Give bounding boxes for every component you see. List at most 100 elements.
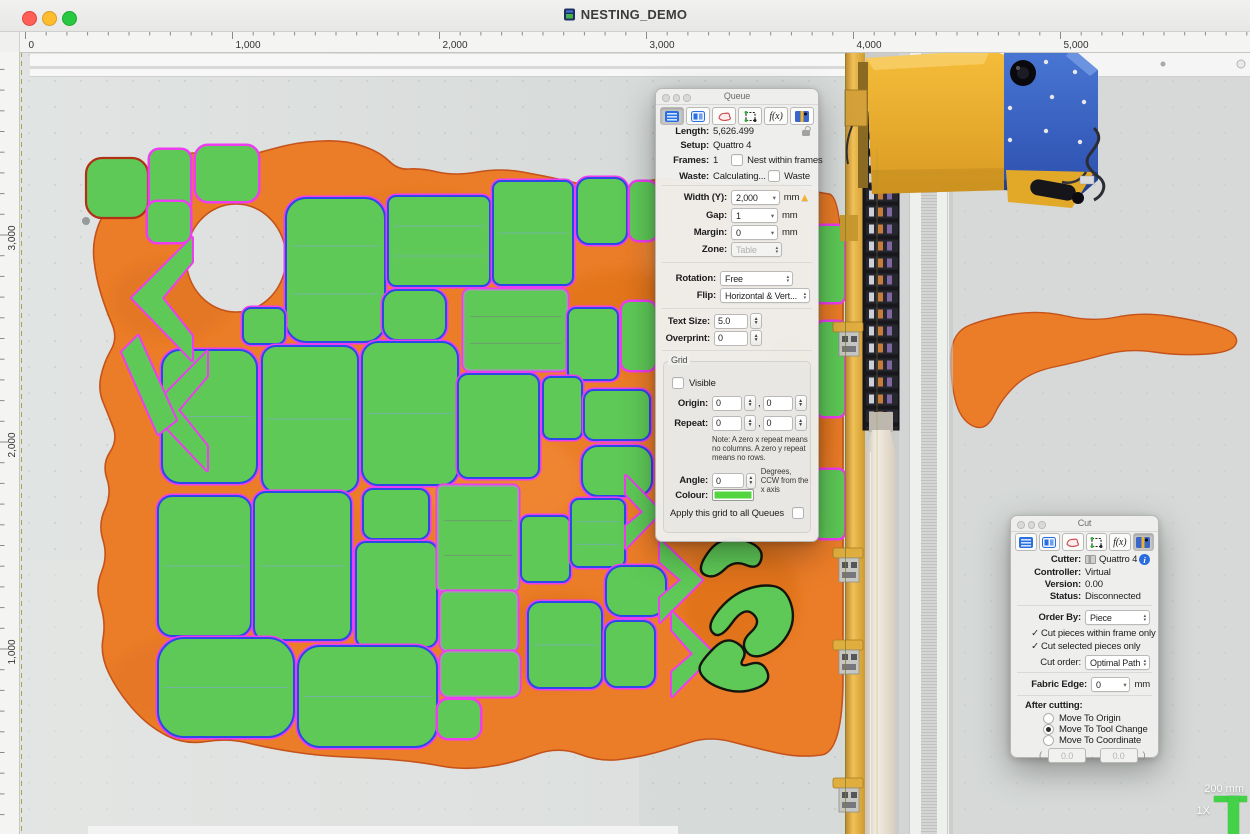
- nest-within-frames-checkbox[interactable]: [731, 154, 743, 166]
- move-to-origin-radio[interactable]: [1043, 713, 1054, 724]
- status-value: Disconnected: [1085, 591, 1141, 602]
- nested-piece: [437, 485, 519, 591]
- queue-panel-window-dots[interactable]: [662, 94, 691, 102]
- nest-within-frames-label: Nest within frames: [747, 155, 822, 166]
- fabric-edge-combo[interactable]: 0▾: [1091, 677, 1130, 692]
- tab-cutter[interactable]: [1133, 533, 1155, 551]
- move-to-coordinate-radio[interactable]: [1043, 735, 1054, 746]
- nested-piece: [815, 469, 845, 539]
- rotation-select[interactable]: Free▴▾: [720, 271, 793, 286]
- zone-select[interactable]: Table▴▾: [731, 242, 782, 257]
- grid-colour-swatch[interactable]: [712, 489, 754, 501]
- cutter-value: Quattro 4: [1099, 554, 1137, 565]
- vertical-ruler: 1,0002,0003,000: [0, 52, 20, 834]
- nested-piece: [570, 498, 626, 568]
- overprint-field[interactable]: 0: [714, 331, 748, 346]
- tab-functions[interactable]: f(x): [764, 107, 788, 125]
- info-icon[interactable]: i: [1139, 554, 1150, 565]
- tab-material[interactable]: [686, 107, 710, 125]
- setup-label: Setup:: [664, 140, 709, 151]
- svg-text:3,000: 3,000: [7, 225, 18, 250]
- tab-pieces[interactable]: [738, 107, 762, 125]
- cut-order-label: Cut order:: [1019, 657, 1081, 668]
- tab-queue[interactable]: [660, 107, 684, 125]
- overprint-label: Overprint:: [664, 333, 710, 344]
- grid-origin-y-stepper[interactable]: ▲▼: [795, 395, 807, 411]
- nested-piece: [437, 699, 481, 739]
- nested-piece: [576, 177, 628, 245]
- waste-checkbox-label: Waste: [784, 171, 810, 182]
- length-value: 5,626.499: [713, 126, 754, 137]
- nested-piece: [253, 491, 352, 641]
- tab-material[interactable]: [1039, 533, 1061, 551]
- text-size-field[interactable]: 5.0: [714, 314, 748, 329]
- cut-order-select[interactable]: Optimal Path▴▾: [1085, 655, 1150, 670]
- overprint-stepper[interactable]: ▲▼: [750, 330, 762, 346]
- grid-repeat-x-stepper[interactable]: ▲▼: [744, 415, 756, 431]
- tab-pieces[interactable]: [1086, 533, 1108, 551]
- nested-piece: [157, 495, 252, 637]
- move-to-tool-change-radio[interactable]: [1043, 724, 1054, 735]
- rotation-label: Rotation:: [664, 273, 716, 284]
- svg-text:0: 0: [29, 40, 35, 51]
- nested-piece: [382, 289, 447, 341]
- gap-label: Gap:: [664, 210, 727, 221]
- ruler-corner: [0, 31, 20, 52]
- move-to-origin-label: Move To Origin: [1059, 713, 1121, 724]
- tab-hide[interactable]: [712, 107, 736, 125]
- tab-hide[interactable]: [1062, 533, 1084, 551]
- grid-origin-x-stepper[interactable]: ▲▼: [744, 395, 756, 411]
- cut-panel-window-dots[interactable]: [1017, 521, 1046, 529]
- app-window: NESTING_DEMO 01,0002,0003,0004,0005,000 …: [0, 0, 1250, 834]
- check-icon[interactable]: ✓: [1029, 628, 1041, 639]
- grid-repeat-x-field[interactable]: 0: [712, 416, 742, 431]
- nested-piece: [361, 341, 459, 486]
- grid-origin-x-field[interactable]: 0: [712, 396, 742, 411]
- flip-select[interactable]: Horizontal & Vert...▴▾: [720, 288, 810, 303]
- window-title: NESTING_DEMO: [0, 7, 1250, 24]
- tab-cutter[interactable]: [790, 107, 814, 125]
- status-label: Status:: [1019, 591, 1081, 602]
- grid-origin-y-field[interactable]: 0: [763, 396, 793, 411]
- after-cutting-label: After cutting:: [1025, 700, 1083, 711]
- nested-piece: [261, 345, 359, 493]
- zone-label: Zone:: [664, 244, 727, 255]
- horizontal-ruler: 01,0002,0003,0004,0005,000: [0, 31, 1250, 53]
- text-size-stepper[interactable]: ▲▼: [750, 313, 762, 329]
- queue-panel[interactable]: Queue f(x) Length:5,626.499 Setup:Quattr…: [655, 88, 819, 542]
- margin-combo[interactable]: 0▾: [731, 225, 778, 240]
- nested-piece: [86, 158, 148, 218]
- check-icon[interactable]: ✓: [1029, 641, 1041, 652]
- order-by-label: Order By:: [1019, 612, 1081, 623]
- unlock-icon[interactable]: [802, 130, 810, 136]
- coord-x-field[interactable]: 0.0: [1048, 748, 1086, 763]
- text-size-label: Text Size:: [664, 316, 710, 327]
- nested-piece: [195, 145, 259, 202]
- apply-grid-checkbox[interactable]: [792, 507, 804, 519]
- grid-colour-label: Colour:: [668, 490, 708, 501]
- grid-note: Note: A zero x repeat means no columns. …: [712, 435, 812, 463]
- grid-angle-field[interactable]: 0: [712, 473, 744, 488]
- waste-checkbox[interactable]: [768, 170, 780, 182]
- nested-piece: [492, 180, 574, 286]
- coord-y-field[interactable]: 0.0: [1100, 748, 1138, 763]
- cut-panel[interactable]: Cut f(x) Cutter:Quattro 4i Controller:Vi…: [1010, 515, 1159, 758]
- nested-piece: [387, 195, 491, 287]
- frames-label: Frames:: [664, 155, 709, 166]
- nested-piece: [242, 307, 286, 345]
- order-by-select[interactable]: Piece▴▾: [1085, 610, 1150, 625]
- grid-visible-checkbox[interactable]: [672, 377, 684, 389]
- grid-angle-stepper[interactable]: ▲▼: [746, 473, 756, 489]
- nested-piece: [440, 591, 518, 651]
- nested-piece: [605, 565, 667, 617]
- grid-repeat-y-stepper[interactable]: ▲▼: [795, 415, 807, 431]
- nested-piece: [457, 373, 540, 479]
- tab-queue[interactable]: [1015, 533, 1037, 551]
- width-label: Width (Y):: [664, 192, 727, 203]
- width-combo[interactable]: 2,000▾: [731, 190, 780, 205]
- tab-functions[interactable]: f(x): [1109, 533, 1131, 551]
- gap-combo[interactable]: 1▾: [731, 208, 778, 223]
- grid-repeat-y-field[interactable]: 0: [763, 416, 793, 431]
- nested-piece: [297, 645, 438, 748]
- controller-label: Controller:: [1019, 567, 1081, 578]
